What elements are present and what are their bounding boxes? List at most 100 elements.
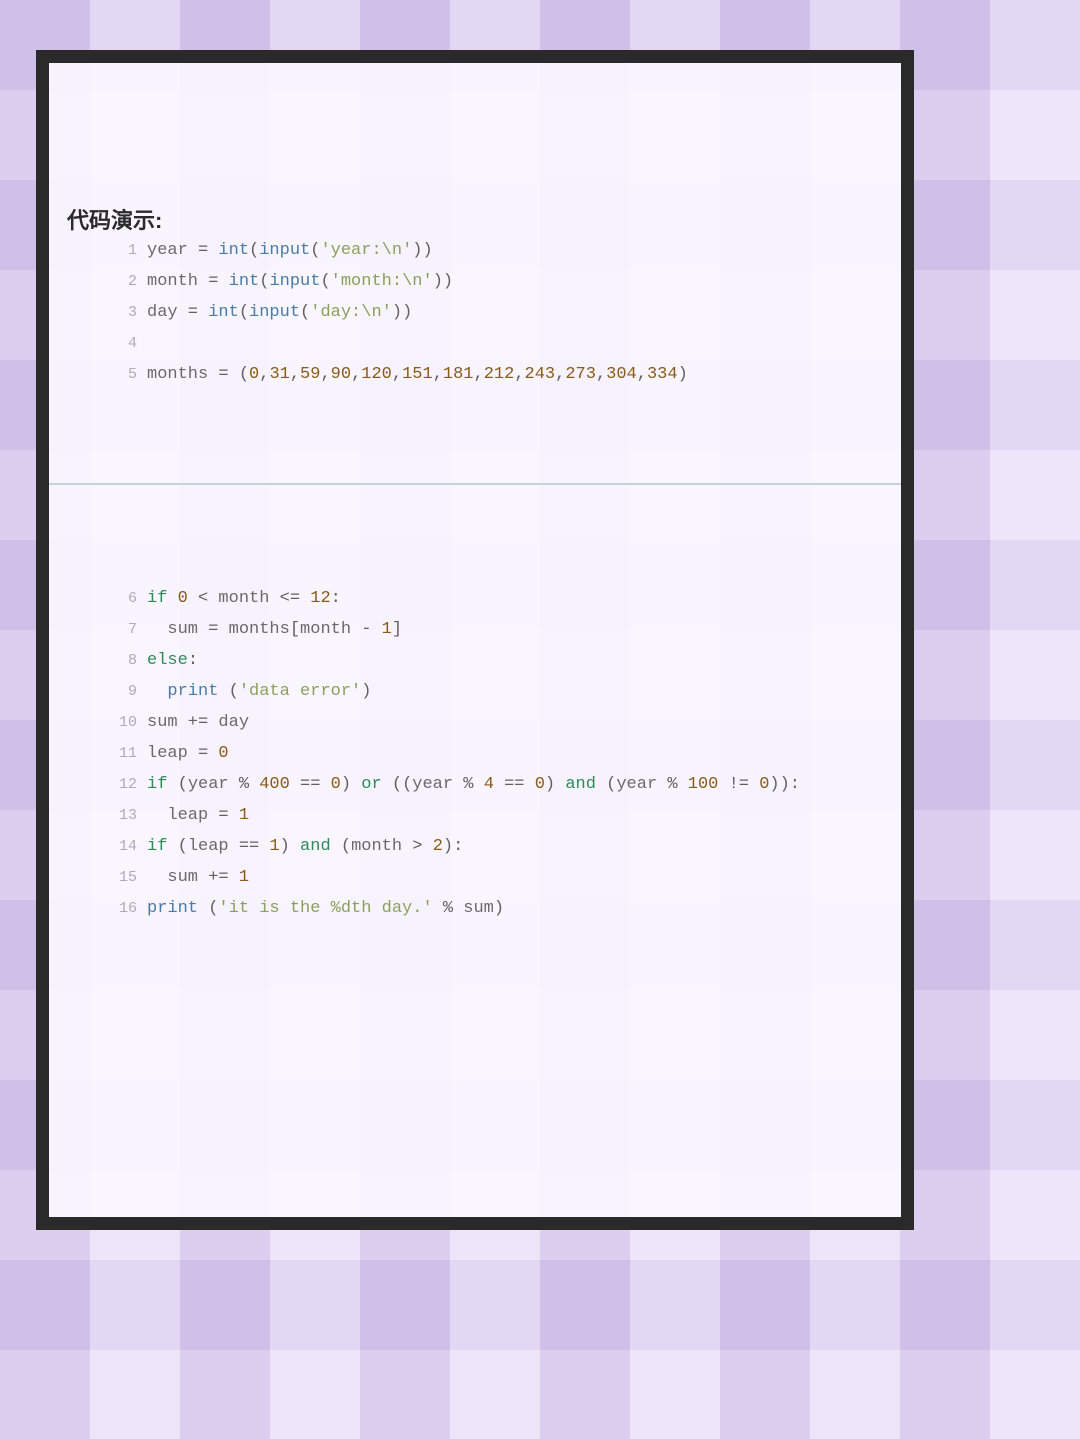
token-op — [167, 589, 177, 608]
code-line: 7 sum = months[month - 1] — [109, 614, 800, 645]
token-kw: else — [147, 651, 188, 670]
token-punc: ) — [545, 775, 565, 794]
line-content: months = (0,31,59,90,120,151,181,212,243… — [147, 359, 688, 390]
token-punc: ( — [167, 837, 187, 856]
token-punc: , — [351, 365, 361, 384]
token-num: 0 — [178, 589, 188, 608]
token-var: months — [147, 365, 208, 384]
line-content: sum = months[month - 1] — [147, 614, 800, 645]
token-punc: ) — [280, 837, 300, 856]
line-content: sum += 1 — [147, 862, 800, 893]
token-op: = — [198, 272, 229, 291]
token-punc: ( — [320, 272, 330, 291]
token-num: 1 — [382, 620, 392, 639]
token-num: 0 — [535, 775, 545, 794]
token-var: sum — [167, 620, 198, 639]
line-content: print ('data error') — [147, 676, 800, 707]
token-punc: , — [290, 365, 300, 384]
token-num: 1 — [239, 806, 249, 825]
token-num: 2 — [433, 837, 443, 856]
token-punc: ( — [300, 303, 310, 322]
token-punc: ) — [494, 899, 504, 918]
token-op: = — [208, 806, 239, 825]
token-op: = — [188, 744, 219, 763]
token-punc: ) — [412, 241, 422, 260]
line-number: 10 — [109, 707, 147, 738]
line-content: if (leap == 1) and (month > 2): — [147, 831, 800, 862]
token-punc: ] — [392, 620, 402, 639]
token-var: leap — [188, 837, 229, 856]
token-kw: and — [565, 775, 596, 794]
token-punc: ( — [218, 682, 238, 701]
token-punc: , — [514, 365, 524, 384]
token-op: = — [208, 365, 239, 384]
token-punc: ) — [402, 303, 412, 322]
line-number: 7 — [109, 614, 147, 645]
token-fn: int — [229, 272, 260, 291]
token-num: 0 — [331, 775, 341, 794]
token-fn: int — [208, 303, 239, 322]
token-punc: ( — [596, 775, 616, 794]
token-punc: ) — [392, 303, 402, 322]
token-num: 1 — [239, 868, 249, 887]
code-block-2: 6if 0 < month <= 12:7 sum = months[month… — [109, 583, 800, 924]
token-punc: , — [555, 365, 565, 384]
code-line: 5months = (0,31,59,90,120,151,181,212,24… — [109, 359, 688, 390]
token-num: 0 — [759, 775, 769, 794]
line-content: else: — [147, 645, 800, 676]
token-var: month — [351, 837, 402, 856]
token-num: 273 — [565, 365, 596, 384]
token-num: 4 — [484, 775, 494, 794]
line-number: 8 — [109, 645, 147, 676]
token-op — [147, 868, 167, 887]
token-fn: input — [259, 241, 310, 260]
line-content: day = int(input('day:\n')) — [147, 297, 688, 328]
token-op: == — [229, 837, 270, 856]
code-line: 15 sum += 1 — [109, 862, 800, 893]
token-punc: ) — [341, 775, 361, 794]
token-punc: [ — [290, 620, 300, 639]
code-block-1: 1year = int(input('year:\n'))2month = in… — [109, 235, 688, 390]
token-op: % — [657, 775, 688, 794]
token-op: += — [178, 713, 219, 732]
line-number: 5 — [109, 359, 147, 390]
line-number: 2 — [109, 266, 147, 297]
token-num: 31 — [269, 365, 289, 384]
token-op: < — [188, 589, 219, 608]
token-op: == — [494, 775, 535, 794]
token-punc: , — [259, 365, 269, 384]
token-punc: , — [596, 365, 606, 384]
token-var: leap — [167, 806, 208, 825]
token-var: day — [218, 713, 249, 732]
line-number: 15 — [109, 862, 147, 893]
code-line: 2month = int(input('month:\n')) — [109, 266, 688, 297]
token-str: 'month:\n' — [331, 272, 433, 291]
token-punc: ( — [331, 837, 351, 856]
token-num: 0 — [249, 365, 259, 384]
code-line: 1year = int(input('year:\n')) — [109, 235, 688, 266]
token-num: 243 — [525, 365, 556, 384]
token-num: 0 — [218, 744, 228, 763]
token-punc: ( — [310, 241, 320, 260]
token-op: <= — [269, 589, 310, 608]
token-num: 400 — [259, 775, 290, 794]
line-number: 14 — [109, 831, 147, 862]
token-kw: or — [361, 775, 381, 794]
line-number: 3 — [109, 297, 147, 328]
token-op: > — [402, 837, 433, 856]
token-fn: print — [147, 899, 198, 918]
token-op: = — [198, 620, 229, 639]
token-punc: ( — [249, 241, 259, 260]
token-punc: ( — [259, 272, 269, 291]
token-var: leap — [147, 744, 188, 763]
line-content: if (year % 400 == 0) or ((year % 4 == 0)… — [147, 769, 800, 800]
token-num: 12 — [310, 589, 330, 608]
line-number: 16 — [109, 893, 147, 924]
line-number: 9 — [109, 676, 147, 707]
token-kw: and — [300, 837, 331, 856]
token-fn: input — [269, 272, 320, 291]
line-content: leap = 1 — [147, 800, 800, 831]
token-op: = — [188, 241, 219, 260]
code-line: 8else: — [109, 645, 800, 676]
code-line: 11leap = 0 — [109, 738, 800, 769]
